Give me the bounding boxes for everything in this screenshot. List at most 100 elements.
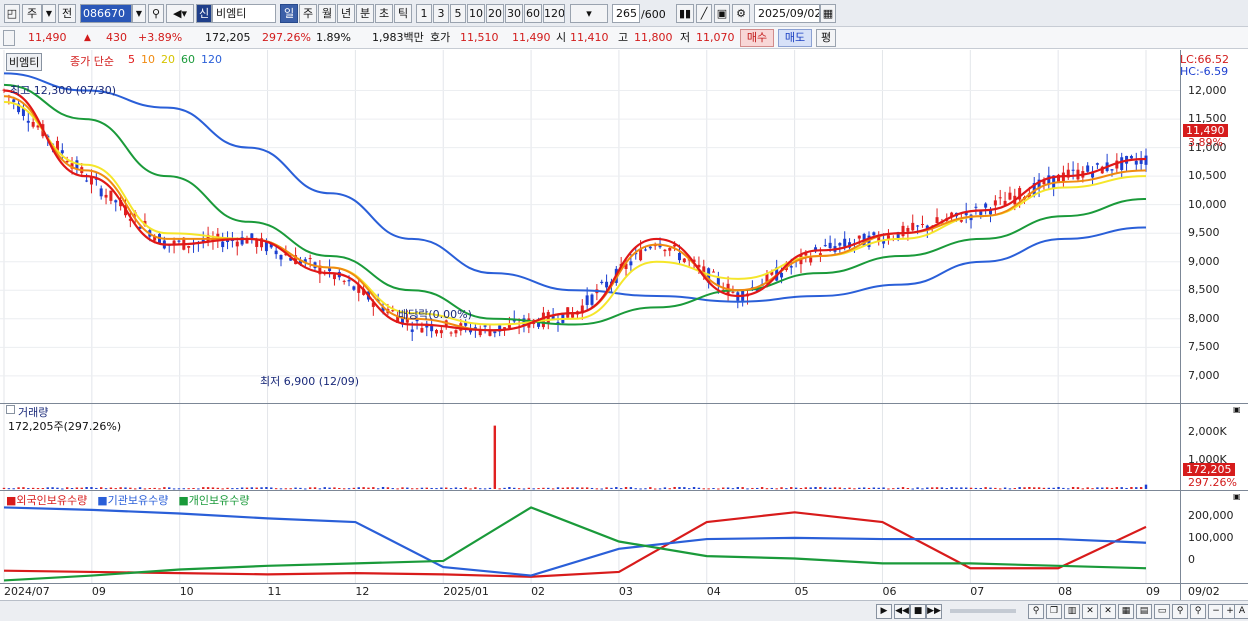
candle-body xyxy=(974,206,978,208)
font-icon[interactable]: A xyxy=(1234,604,1248,619)
window-icon[interactable]: ◰ xyxy=(4,4,20,23)
candle-body xyxy=(590,294,594,305)
candle-body xyxy=(629,261,633,266)
volume-bar xyxy=(663,487,667,489)
eval-button[interactable]: 평 xyxy=(816,29,836,47)
volume-bar xyxy=(56,487,59,489)
sell-button[interactable]: 매도 xyxy=(778,29,812,47)
stock-code-input[interactable]: 086670 xyxy=(80,4,132,23)
open-label: 시 xyxy=(556,31,567,44)
expand-icon[interactable] xyxy=(3,30,15,46)
speaker-icon[interactable]: ◀▾ xyxy=(166,4,194,23)
zoom-slider[interactable] xyxy=(950,609,1016,613)
panel-divider[interactable] xyxy=(0,490,1248,491)
ma-legend-item[interactable]: 20 xyxy=(161,53,175,66)
volume-ratio-tag: 297.26% xyxy=(1188,476,1237,489)
calendar-icon[interactable]: ▦ xyxy=(820,4,836,23)
volume-bar xyxy=(114,488,117,490)
search-icon[interactable]: ⚲ xyxy=(148,4,164,23)
volume-bar xyxy=(129,487,132,489)
volume-bar xyxy=(722,487,725,489)
list-icon[interactable]: ▭ xyxy=(1154,604,1170,619)
price-tick: 7,500 xyxy=(1188,340,1220,354)
zoom-icon[interactable]: ⚲ xyxy=(1028,604,1044,619)
volume-bar xyxy=(27,488,30,490)
gear-icon[interactable]: ⚙ xyxy=(732,4,750,23)
date-input[interactable]: 2025/09/02 xyxy=(754,4,820,23)
stock-chart[interactable] xyxy=(0,50,1248,600)
volume-bar xyxy=(629,487,633,489)
period-button[interactable]: 초 xyxy=(375,4,393,23)
stop-icon[interactable]: ■ xyxy=(910,604,926,619)
line-tool-icon[interactable]: ╱ xyxy=(696,4,712,23)
copy-icon[interactable]: ❐ xyxy=(1046,604,1062,619)
interval-button[interactable]: 20 xyxy=(486,4,504,23)
volume-bar xyxy=(1023,487,1026,489)
ma-legend-item[interactable]: 5 xyxy=(128,53,135,66)
interval-button[interactable]: 3 xyxy=(433,4,449,23)
x-axis-label: 07 xyxy=(970,585,985,598)
rewind-icon[interactable]: ◀◀ xyxy=(894,604,910,619)
period-button[interactable]: 월 xyxy=(318,4,336,23)
period-button[interactable]: 년 xyxy=(337,4,355,23)
volume-bar xyxy=(85,487,88,489)
x-axis-label: 11 xyxy=(267,585,282,598)
interval-button[interactable]: 60 xyxy=(524,4,542,23)
volume-bar xyxy=(372,487,375,489)
ask-price: 11,510 xyxy=(460,31,499,44)
interval-button[interactable]: 10 xyxy=(467,4,485,23)
candle-body xyxy=(187,246,191,248)
volume-bar xyxy=(862,487,866,489)
holdings-legend-item[interactable]: ■기관보유수량 xyxy=(97,494,168,507)
volume-bar xyxy=(619,488,623,490)
volume-bar xyxy=(95,487,98,489)
volume-bar xyxy=(36,488,40,490)
holdings-legend-item[interactable]: ■외국인보유수량 xyxy=(6,494,87,507)
grid-icon[interactable]: ▦ xyxy=(1118,604,1134,619)
period-button[interactable]: 주 xyxy=(299,4,317,23)
interval-button[interactable]: 5 xyxy=(450,4,466,23)
ma-legend-item[interactable]: 60 xyxy=(181,53,195,66)
volume-bar xyxy=(236,488,239,490)
interval-button[interactable]: 30 xyxy=(505,4,523,23)
save-icon[interactable]: ▣ xyxy=(714,4,730,23)
candle-body xyxy=(979,211,983,215)
tick-select[interactable]: ▾ xyxy=(570,4,608,23)
volume-bar xyxy=(872,487,876,489)
buy-button[interactable]: 매수 xyxy=(740,29,774,47)
period-button[interactable]: 틱 xyxy=(394,4,412,23)
panel-icon[interactable] xyxy=(6,405,15,414)
period-button[interactable]: 일 xyxy=(280,4,298,23)
volume-bar xyxy=(435,488,438,490)
period-button[interactable]: 분 xyxy=(356,4,374,23)
table-icon[interactable]: ▤ xyxy=(1136,604,1152,619)
interval-button[interactable]: 120 xyxy=(543,4,565,23)
holdings-legend-item[interactable]: ■개인보유수량 xyxy=(178,494,249,507)
ma-legend-item[interactable]: 10 xyxy=(141,53,155,66)
volume-bar xyxy=(561,487,565,489)
close-icon[interactable]: ▣ xyxy=(1233,405,1241,414)
zoom-in-icon[interactable]: ⚲ xyxy=(1190,604,1206,619)
close-icon[interactable]: ▣ xyxy=(1233,492,1241,501)
x-axis-label: 09/02 xyxy=(1188,585,1220,598)
stock-name-tag[interactable]: 비엠티 xyxy=(6,53,43,71)
fast-forward-icon[interactable]: ▶▶ xyxy=(926,604,942,619)
volume-bar xyxy=(352,487,356,489)
search-icon[interactable]: ⚲ xyxy=(1172,604,1188,619)
interval-button[interactable]: 1 xyxy=(416,4,432,23)
candle-icon[interactable]: ▮▮ xyxy=(676,4,694,23)
cross-icon[interactable]: ✕ xyxy=(1082,604,1098,619)
market-type-select[interactable]: 주 xyxy=(22,4,42,23)
ma-legend-item[interactable]: 120 xyxy=(201,53,222,66)
chevron-down-icon[interactable]: ▼ xyxy=(132,4,146,23)
play-icon[interactable]: ▶ xyxy=(876,604,892,619)
candle-body xyxy=(838,243,842,246)
all-button[interactable]: 전 xyxy=(58,4,76,23)
volume-bar xyxy=(46,487,49,489)
panel-divider[interactable] xyxy=(0,403,1248,404)
stock-name-field[interactable]: 비엠티 xyxy=(212,4,276,23)
split-icon[interactable]: ▥ xyxy=(1064,604,1080,619)
count-input[interactable]: 265 xyxy=(612,4,640,23)
cursor-icon[interactable]: ✕ xyxy=(1100,604,1116,619)
chevron-down-icon[interactable]: ▼ xyxy=(42,4,56,23)
